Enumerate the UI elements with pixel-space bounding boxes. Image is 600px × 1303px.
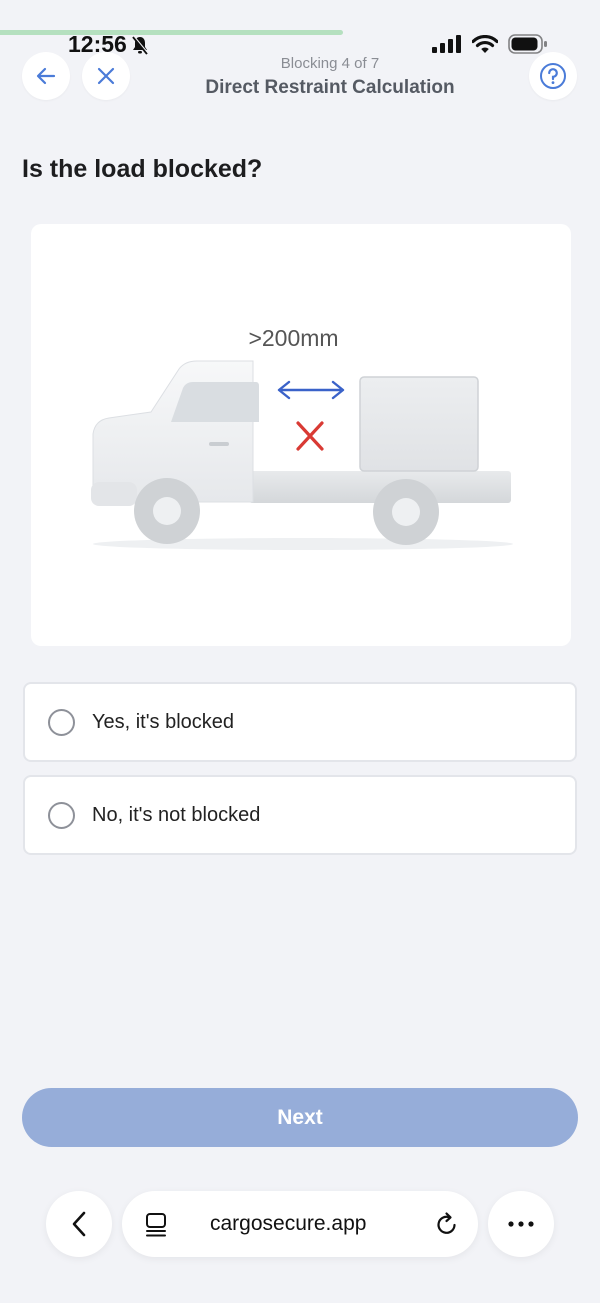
wifi-icon xyxy=(472,34,498,53)
radio-button[interactable] xyxy=(48,801,75,829)
option-yes-blocked[interactable]: Yes, it's blocked xyxy=(23,682,577,762)
truck-drawing xyxy=(91,360,513,550)
next-button[interactable]: Next xyxy=(22,1088,578,1147)
more-options-button[interactable] xyxy=(488,1191,554,1257)
address-bar[interactable]: cargosecure.app xyxy=(122,1191,478,1257)
help-button[interactable] xyxy=(529,52,577,100)
url-text: cargosecure.app xyxy=(210,1212,367,1235)
page-title: Direct Restraint Calculation xyxy=(205,77,455,98)
step-indicator: Blocking 4 of 7 xyxy=(280,55,380,72)
chevron-left-icon xyxy=(72,1211,86,1237)
gap-arrow-icon xyxy=(277,380,345,400)
ellipsis-icon xyxy=(508,1221,534,1227)
question-heading: Is the load blocked? xyxy=(22,155,263,183)
red-x-icon xyxy=(296,421,324,451)
bell-muted-icon xyxy=(132,35,149,55)
radio-button[interactable] xyxy=(48,708,75,736)
question-circle-icon xyxy=(540,63,566,89)
option-not-blocked[interactable]: No, it's not blocked xyxy=(23,775,577,855)
status-icons xyxy=(432,34,548,54)
option-label: Yes, it's blocked xyxy=(92,710,235,733)
browser-back-button[interactable] xyxy=(46,1191,112,1257)
cellular-signal-icon xyxy=(432,35,461,53)
progress-fill xyxy=(0,30,343,35)
measurement-label: >200mm xyxy=(248,325,339,351)
truck-illustration: >200mm xyxy=(31,224,571,646)
tabs-icon xyxy=(146,1213,166,1237)
option-label: No, it's not blocked xyxy=(92,803,261,826)
battery-icon xyxy=(508,34,547,54)
reload-icon[interactable] xyxy=(434,1211,460,1237)
